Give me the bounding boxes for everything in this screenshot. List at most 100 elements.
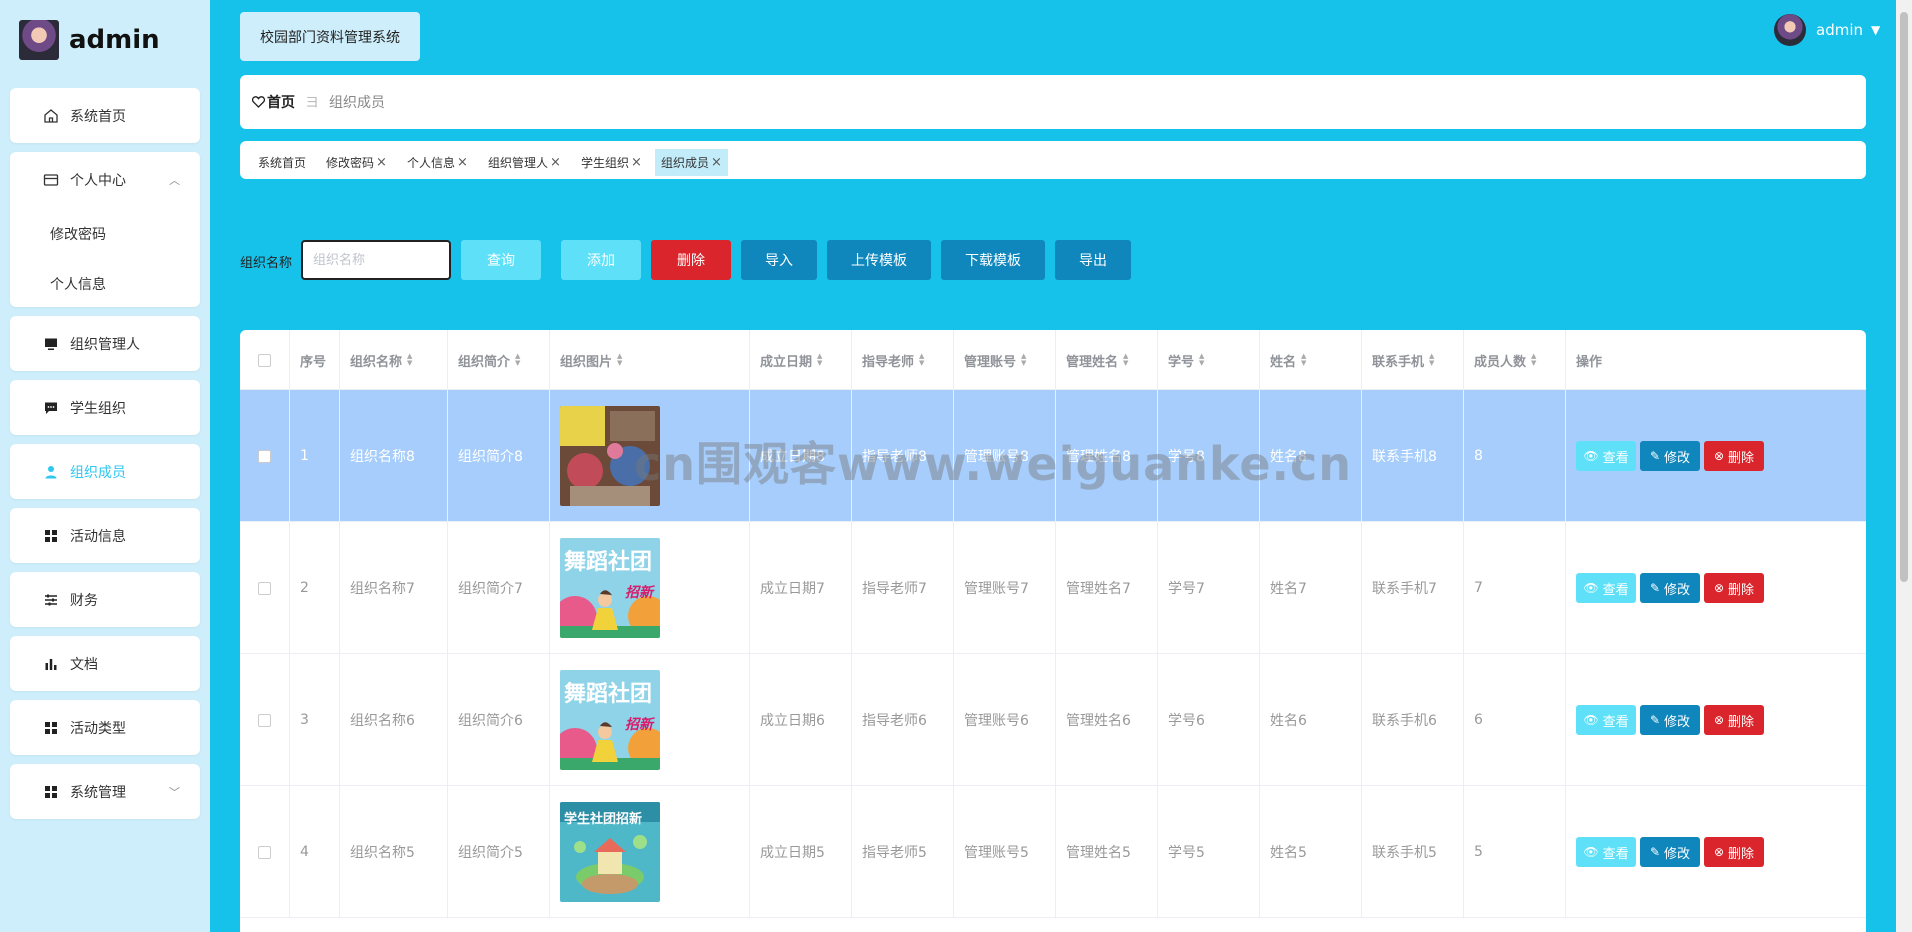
- edit-button[interactable]: ✎ 修改: [1640, 441, 1700, 471]
- chevron-up-icon: ︿: [169, 173, 180, 187]
- close-icon[interactable]: ×: [457, 155, 468, 170]
- header-manager-account[interactable]: 管理账号 ▲ ▼: [954, 330, 1056, 390]
- org-image[interactable]: 舞蹈社团 招新: [560, 670, 660, 770]
- edit-button[interactable]: ✎ 修改: [1640, 705, 1700, 735]
- cell-select[interactable]: [240, 654, 290, 786]
- sidebar-item-home[interactable]: 系统首页: [10, 88, 200, 143]
- sort-icon[interactable]: ▲ ▼: [1123, 353, 1128, 367]
- page-scrollbar[interactable]: [1896, 0, 1912, 932]
- tag-profile[interactable]: 个人信息 ×: [401, 149, 474, 176]
- sort-icon[interactable]: ▲ ▼: [1199, 353, 1204, 367]
- cell-org-intro: 组织简介7: [448, 522, 550, 654]
- delete-button[interactable]: 删除: [651, 240, 731, 280]
- delete-row-button[interactable]: ⊗ 删除: [1704, 705, 1764, 735]
- breadcrumb-home[interactable]: 首页: [252, 92, 295, 112]
- delete-row-button[interactable]: ⊗ 删除: [1704, 441, 1764, 471]
- header-org-image[interactable]: 组织图片 ▲ ▼: [550, 330, 750, 390]
- sort-icon[interactable]: ▲ ▼: [515, 353, 520, 367]
- avatar: [1774, 14, 1806, 46]
- tag-org-members[interactable]: 组织成员 ×: [655, 149, 728, 176]
- org-image[interactable]: 舞蹈社团 招新: [560, 538, 660, 638]
- checkbox[interactable]: [258, 713, 271, 727]
- edit-button[interactable]: ✎ 修改: [1640, 573, 1700, 603]
- cell-select[interactable]: [240, 786, 290, 918]
- table-row[interactable]: 4 组织名称5 组织简介5 学生社团招新 成立日期5 指导老师5 管理账号5 管理姓名5 学号5…: [240, 786, 1866, 918]
- header-phone[interactable]: 联系手机 ▲ ▼: [1362, 330, 1464, 390]
- table-row[interactable]: 2 组织名称7 组织简介7 舞蹈社团 招新 成立日期7 指导老师7 管理账号7 管理姓名7 学号7…: [240, 522, 1866, 654]
- sidebar-item-student-orgs[interactable]: 学生组织: [10, 380, 200, 435]
- cell-actions: 👁 查看 ✎ 修改 ⊗ 删除: [1566, 390, 1866, 522]
- tag-home[interactable]: 系统首页: [252, 149, 312, 176]
- header-person-name[interactable]: 姓名 ▲ ▼: [1260, 330, 1362, 390]
- checkbox[interactable]: [258, 581, 271, 595]
- tag-label: 组织成员: [661, 156, 710, 170]
- checkbox[interactable]: [258, 845, 271, 859]
- cell-person-name: 姓名6: [1260, 654, 1362, 786]
- view-button[interactable]: 👁 查看: [1576, 837, 1636, 867]
- sort-icon[interactable]: ▲ ▼: [407, 353, 412, 367]
- sort-icon[interactable]: ▲ ▼: [919, 353, 924, 367]
- checkbox[interactable]: [258, 449, 271, 463]
- header-founded-date[interactable]: 成立日期 ▲ ▼: [750, 330, 852, 390]
- sidebar-item-org-members[interactable]: 组织成员: [10, 444, 200, 499]
- sort-icon[interactable]: ▲ ▼: [1531, 353, 1536, 367]
- scrollbar-thumb[interactable]: [1900, 12, 1908, 582]
- view-button[interactable]: 👁 查看: [1576, 573, 1636, 603]
- sidebar-subitem-change-password[interactable]: 修改密码: [50, 224, 106, 244]
- org-image[interactable]: 学生社团招新: [560, 802, 660, 902]
- header-org-name[interactable]: 组织名称 ▲ ▼: [340, 330, 448, 390]
- cell-select[interactable]: [240, 522, 290, 654]
- breadcrumb-current: 组织成员: [329, 95, 385, 111]
- download-template-button[interactable]: 下载模板: [941, 240, 1045, 280]
- sidebar-item-finance[interactable]: 财务: [10, 572, 200, 627]
- sort-icon[interactable]: ▲ ▼: [1021, 353, 1026, 367]
- cell-org-intro: 组织简介5: [448, 786, 550, 918]
- sidebar-item-personal[interactable]: 个人中心 ︿: [10, 152, 200, 207]
- heart-icon: [252, 96, 265, 108]
- cell-select[interactable]: [240, 390, 290, 522]
- eye-icon: 👁: [1583, 581, 1599, 595]
- sidebar-item-activity-types[interactable]: 活动类型: [10, 700, 200, 755]
- sort-icon[interactable]: ▲ ▼: [1429, 353, 1434, 367]
- view-button[interactable]: 👁 查看: [1576, 705, 1636, 735]
- sidebar-item-org-managers[interactable]: 组织管理人: [10, 316, 200, 371]
- import-button[interactable]: 导入: [741, 240, 817, 280]
- sidebar-item-activity-info[interactable]: 活动信息: [10, 508, 200, 563]
- sort-icon[interactable]: ▲ ▼: [817, 353, 822, 367]
- close-icon[interactable]: ×: [550, 155, 561, 170]
- tag-org-managers[interactable]: 组织管理人 ×: [482, 149, 567, 176]
- tag-student-orgs[interactable]: 学生组织 ×: [575, 149, 648, 176]
- export-button[interactable]: 导出: [1055, 240, 1131, 280]
- user-menu[interactable]: admin ▼: [1774, 14, 1880, 46]
- checkbox[interactable]: [258, 353, 271, 367]
- cell-org-image: 学生社团招新: [550, 786, 750, 918]
- header-teacher[interactable]: 指导老师 ▲ ▼: [852, 330, 954, 390]
- sidebar-item-documents[interactable]: 文档: [10, 636, 200, 691]
- query-button[interactable]: 查询: [461, 240, 541, 280]
- close-icon[interactable]: ×: [631, 155, 642, 170]
- header-manager-name[interactable]: 管理姓名 ▲ ▼: [1056, 330, 1158, 390]
- header-select-all[interactable]: [240, 330, 290, 390]
- delete-row-button[interactable]: ⊗ 删除: [1704, 837, 1764, 867]
- close-circle-icon: ⊗: [1713, 449, 1725, 463]
- add-button[interactable]: 添加: [561, 240, 641, 280]
- header-student-no[interactable]: 学号 ▲ ▼: [1158, 330, 1260, 390]
- delete-row-button[interactable]: ⊗ 删除: [1704, 573, 1764, 603]
- edit-button[interactable]: ✎ 修改: [1640, 837, 1700, 867]
- sort-icon[interactable]: ▲ ▼: [617, 353, 622, 367]
- sidebar-subitem-profile[interactable]: 个人信息: [50, 274, 106, 294]
- close-icon[interactable]: ×: [376, 155, 387, 170]
- header-member-count[interactable]: 成员人数 ▲ ▼: [1464, 330, 1566, 390]
- cell-person-name: 姓名7: [1260, 522, 1362, 654]
- close-icon[interactable]: ×: [711, 155, 722, 170]
- view-button[interactable]: 👁 查看: [1576, 441, 1636, 471]
- tag-change-password[interactable]: 修改密码 ×: [320, 149, 393, 176]
- upload-template-button[interactable]: 上传模板: [827, 240, 931, 280]
- sort-icon[interactable]: ▲ ▼: [1301, 353, 1306, 367]
- sidebar-item-system[interactable]: 系统管理 ﹀: [10, 764, 200, 819]
- brand-avatar: [19, 20, 59, 60]
- header-org-intro[interactable]: 组织简介 ▲ ▼: [448, 330, 550, 390]
- table-row[interactable]: 3 组织名称6 组织简介6 舞蹈社团 招新 成立日期6 指导老师6 管理账号6 管理姓名6 学号6…: [240, 654, 1866, 786]
- brand-name: admin: [69, 25, 160, 55]
- search-input[interactable]: [301, 240, 451, 280]
